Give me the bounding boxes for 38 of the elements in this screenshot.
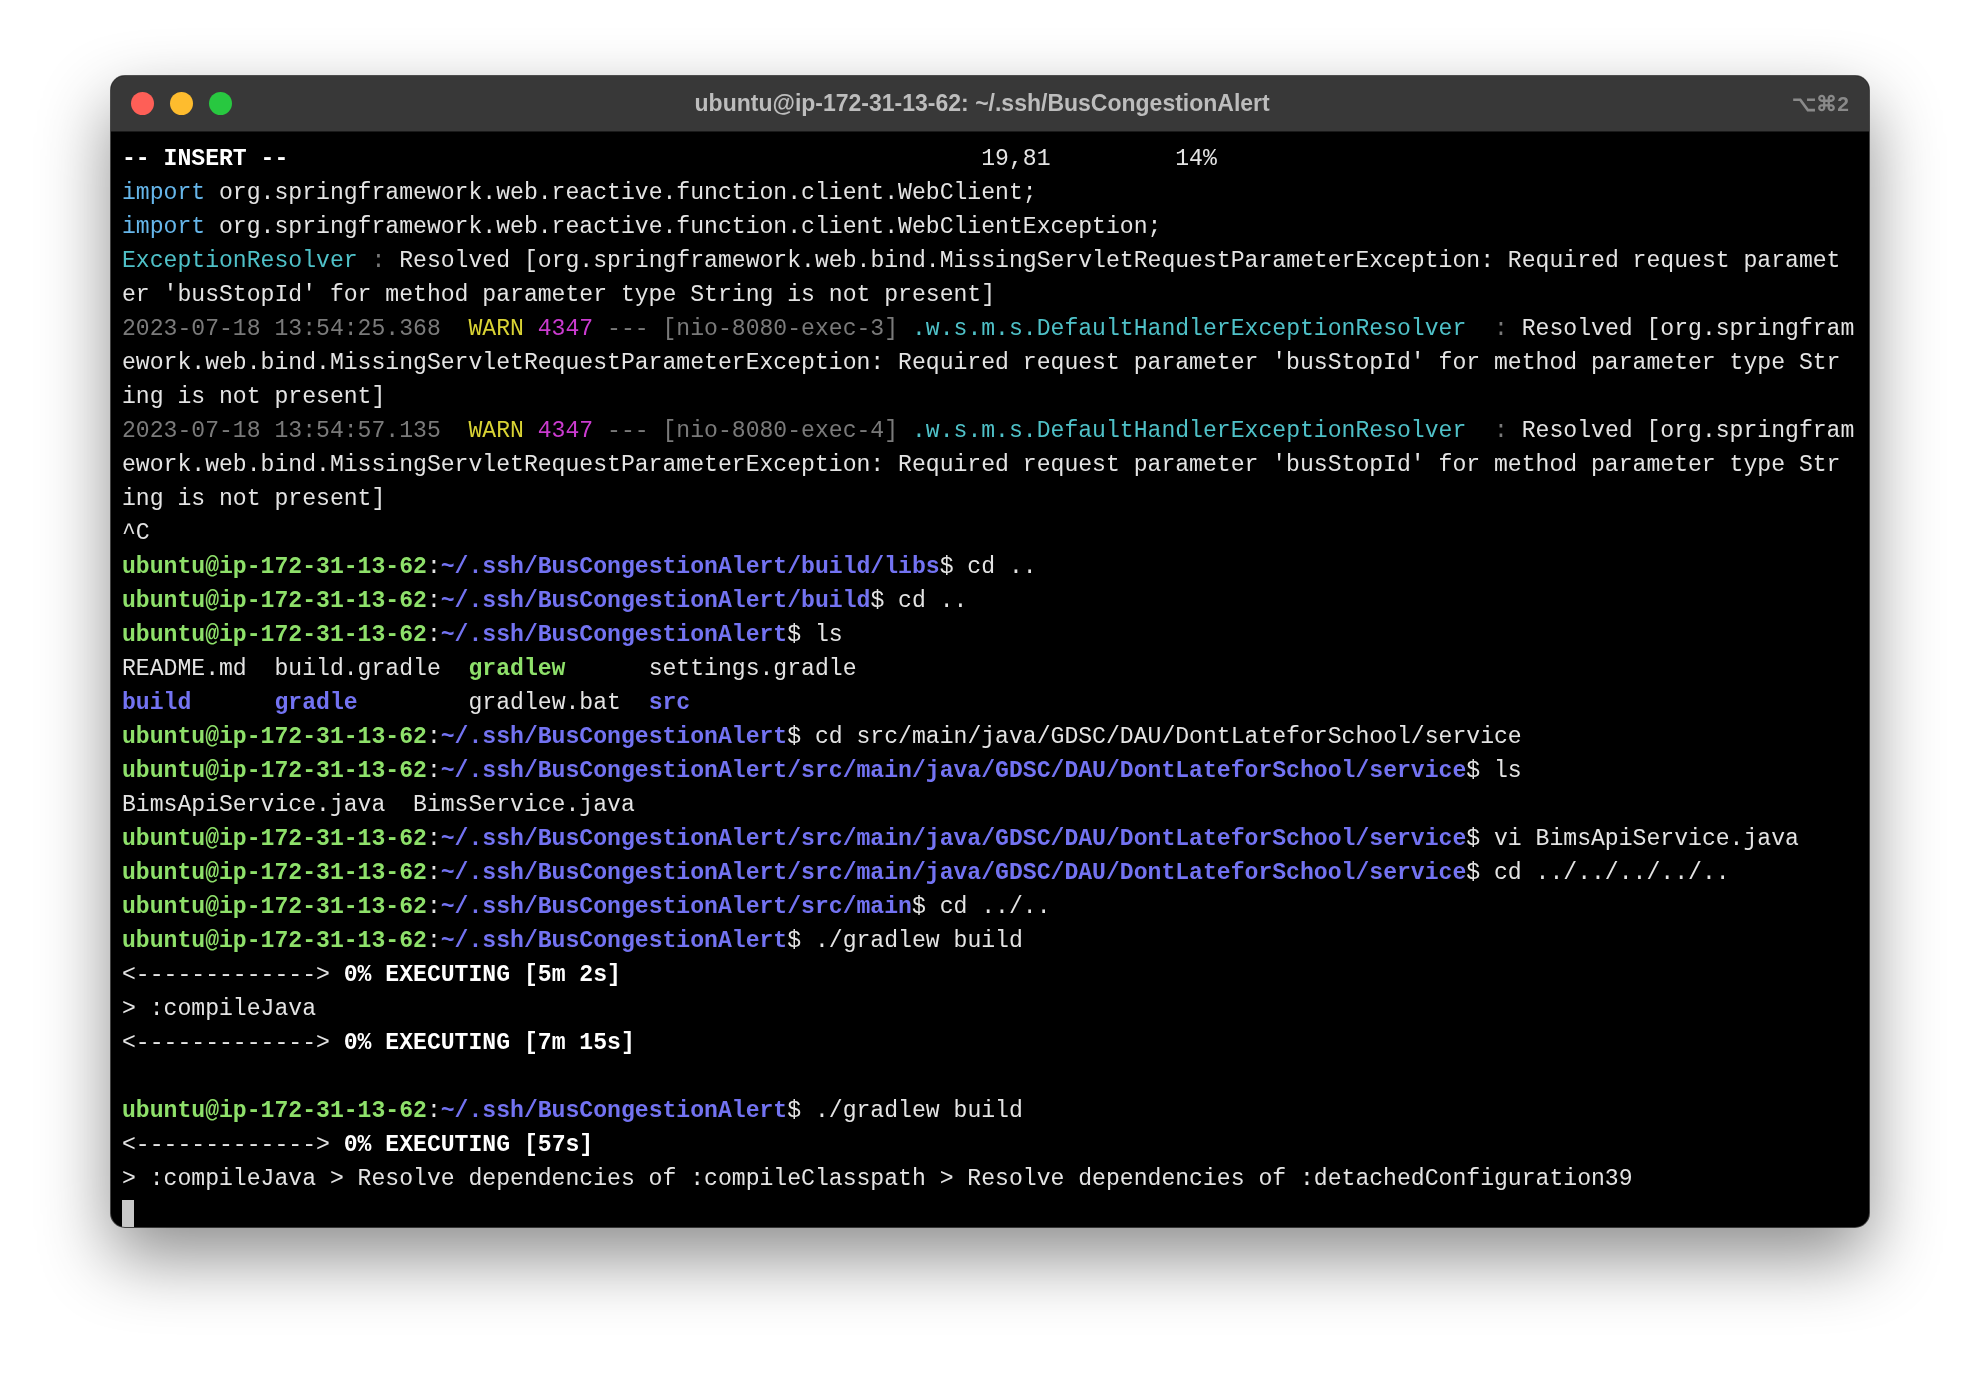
terminal-line: ubuntu@ip-172-31-13-62:~/.ssh/BusCongestionAlert/src/main$ cd ../.. <box>122 893 1051 922</box>
scroll-percent: 14% <box>1175 145 1217 174</box>
cursor <box>122 1200 134 1227</box>
window-shortcut: ⌥⌘2 <box>1792 91 1849 116</box>
terminal-line: ubuntu@ip-172-31-13-62:~/.ssh/BusCongestionAlert/src/main/java/GDSC/DAU/DontLateforSchool/service$ vi BimsApiService.java <box>122 825 1799 854</box>
terminal-line: ing is not present] <box>122 485 386 514</box>
terminal-line: import org.springframework.web.reactive.function.client.WebClientException; <box>122 213 1162 242</box>
terminal-line: ubuntu@ip-172-31-13-62:~/.ssh/BusCongestionAlert$ ls <box>122 621 843 650</box>
terminal-line: build gradle gradlew.bat src <box>122 689 691 718</box>
cursor-position: 19,81 <box>981 146 1051 172</box>
minimize-button[interactable] <box>170 92 193 115</box>
terminal-line: ubuntu@ip-172-31-13-62:~/.ssh/BusCongestionAlert$ ./gradlew build <box>122 1097 1023 1126</box>
window-title: ubuntu@ip-172-31-13-62: ~/.ssh/BusCongestionAlert <box>693 90 1271 117</box>
terminal-line: > :compileJava <box>122 995 317 1024</box>
terminal-line: 2023-07-18 13:54:57.135 WARN 4347 --- [nio-8080-exec-4] .w.s.m.s.DefaultHandlerExceptionResolver : Resolved [org.springfram <box>122 417 1855 446</box>
terminal-line: README.md build.gradle gradlew settings.gradle <box>122 655 857 684</box>
maximize-button[interactable] <box>209 92 232 115</box>
terminal-line: ubuntu@ip-172-31-13-62:~/.ssh/BusCongestionAlert/build$ cd .. <box>122 587 968 616</box>
terminal-line: ubuntu@ip-172-31-13-62:~/.ssh/BusCongestionAlert/src/main/java/GDSC/DAU/DontLateforSchool/service$ ls <box>122 757 1522 786</box>
terminal-line: <-------------> 0% EXECUTING [5m 2s] <box>122 961 621 990</box>
terminal-line: ^C <box>122 519 150 548</box>
close-button[interactable] <box>131 92 154 115</box>
editor-mode: -- INSERT -- <box>122 146 289 172</box>
terminal-line: <-------------> 0% EXECUTING [7m 15s] <box>122 1029 635 1058</box>
terminal-line: ubuntu@ip-172-31-13-62:~/.ssh/BusCongestionAlert$ cd src/main/java/GDSC/DAU/DontLateforSchool/service <box>122 723 1522 752</box>
terminal-line: ing is not present] <box>122 383 386 412</box>
terminal-line: ework.web.bind.MissingServletRequestParameterException: Required request parameter 'busStopId' for method parameter type Str <box>122 451 1841 480</box>
terminal-line: > :compileJava > Resolve dependencies of :compileClasspath > Resolve dependencies of :detachedConfiguration39 <box>122 1165 1633 1194</box>
terminal-line: <-------------> 0% EXECUTING [57s] <box>122 1131 594 1160</box>
terminal-line: 2023-07-18 13:54:25.368 WARN 4347 --- [nio-8080-exec-3] .w.s.m.s.DefaultHandlerExceptionResolver : Resolved [org.springfram <box>122 315 1855 344</box>
terminal-line: ework.web.bind.MissingServletRequestParameterException: Required request parameter 'busStopId' for method parameter type Str <box>122 349 1841 378</box>
terminal-line: BimsApiService.java BimsService.java <box>122 791 635 820</box>
terminal-line: ubuntu@ip-172-31-13-62:~/.ssh/BusCongestionAlert/build/libs$ cd .. <box>122 553 1037 582</box>
terminal-line: er 'busStopId' for method parameter type String is not present] <box>122 281 996 310</box>
terminal-line: ubuntu@ip-172-31-13-62:~/.ssh/BusCongestionAlert$ ./gradlew build <box>122 927 1023 956</box>
terminal-line: ExceptionResolver : Resolved [org.springframework.web.bind.MissingServletRequestParameterException: Required request paramet <box>122 247 1841 276</box>
terminal-line: ubuntu@ip-172-31-13-62:~/.ssh/BusCongestionAlert/src/main/java/GDSC/DAU/DontLateforSchool/service$ cd ../../../../.. <box>122 859 1730 888</box>
terminal-line: import org.springframework.web.reactive.function.client.WebClient; <box>122 179 1037 208</box>
